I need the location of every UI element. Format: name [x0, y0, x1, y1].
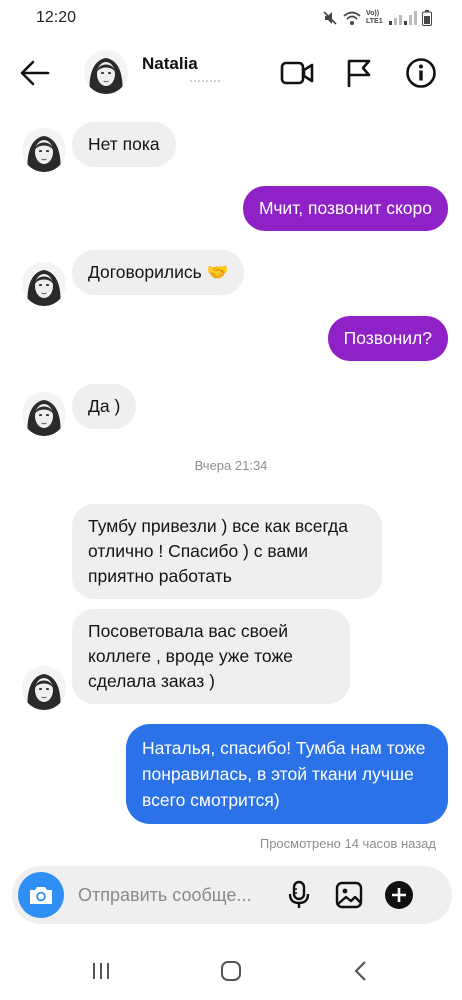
network-label: Vo)) LTE1	[366, 10, 383, 25]
battery-icon	[422, 10, 432, 26]
gallery-icon[interactable]	[332, 878, 366, 912]
wifi-icon	[343, 11, 361, 25]
video-camera-icon[interactable]	[280, 56, 314, 90]
message-incoming[interactable]: Тумбу привезли ) все как всегда отлично …	[72, 504, 382, 599]
system-navbar	[0, 940, 462, 1000]
contact-username-hidden	[190, 80, 220, 84]
back-arrow-icon[interactable]	[18, 56, 52, 90]
seen-status: Просмотрено 14 часов назад	[259, 836, 436, 851]
microphone-icon[interactable]	[282, 878, 316, 912]
mute-icon	[323, 11, 337, 25]
message-outgoing[interactable]: Мчит, позвонит скоро	[242, 186, 448, 231]
message-incoming[interactable]: Договорились 🤝	[72, 250, 245, 295]
avatar[interactable]	[22, 392, 66, 436]
signal-icon	[389, 11, 417, 25]
timestamp-divider: Вчера 21:34	[194, 458, 268, 473]
message-incoming[interactable]: Посоветовала вас своей коллеге , вроде у…	[72, 609, 350, 704]
message-outgoing[interactable]: Наталья, спасибо! Тумба нам тоже понрави…	[126, 724, 448, 824]
plus-icon[interactable]	[382, 878, 416, 912]
avatar[interactable]	[22, 128, 66, 172]
status-bar: 12:20 Vo)) LTE1	[0, 0, 462, 38]
message-composer	[12, 866, 452, 924]
back-icon[interactable]	[344, 954, 378, 988]
message-incoming[interactable]: Да )	[72, 384, 137, 429]
contact-name[interactable]: Natalia	[142, 54, 198, 74]
contact-avatar[interactable]	[84, 50, 128, 94]
avatar[interactable]	[22, 666, 66, 710]
message-incoming[interactable]: Нет пока	[72, 122, 176, 167]
message-input[interactable]	[78, 878, 284, 912]
info-icon[interactable]	[404, 56, 438, 90]
recent-apps-icon[interactable]	[84, 954, 118, 988]
chat-header: Natalia	[0, 38, 462, 108]
camera-icon[interactable]	[18, 872, 64, 918]
flag-icon[interactable]	[342, 56, 376, 90]
message-outgoing[interactable]: Позвонил?	[327, 316, 448, 361]
status-icons: Vo)) LTE1	[322, 8, 432, 28]
status-time: 12:20	[36, 9, 77, 26]
avatar[interactable]	[22, 262, 66, 306]
home-icon[interactable]	[214, 954, 248, 988]
